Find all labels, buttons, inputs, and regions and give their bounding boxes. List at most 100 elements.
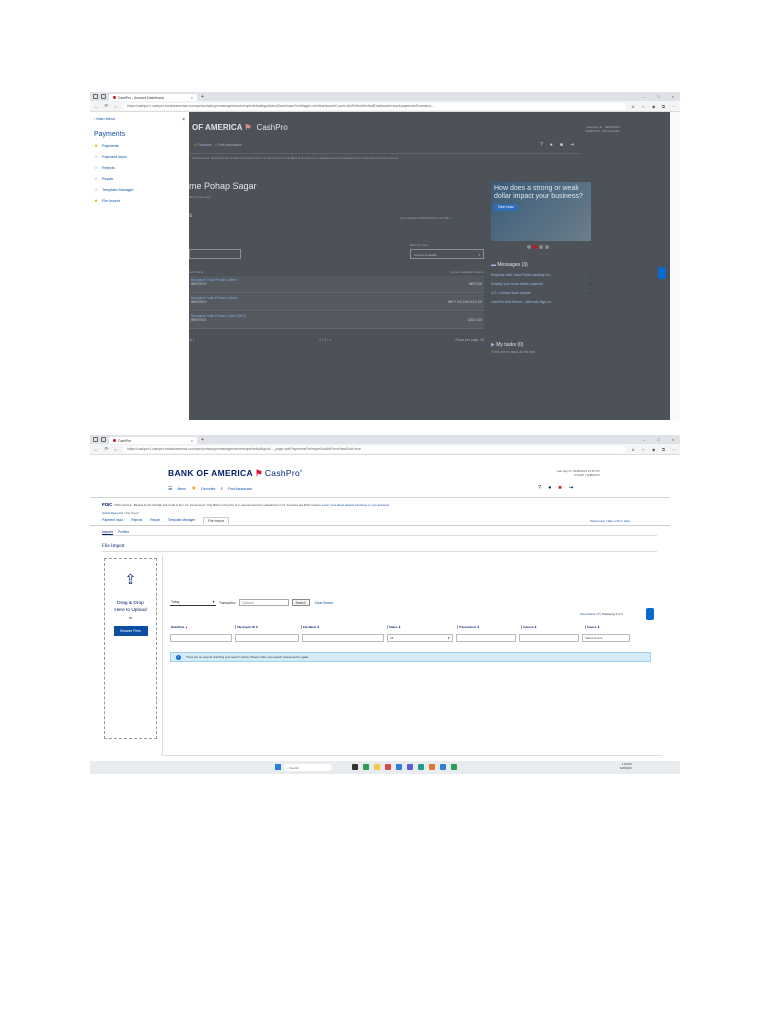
- transaction-input[interactable]: Optional: [238, 599, 289, 606]
- table-row[interactable]: Bangalore India Private Limited (NRI) INR…: [189, 312, 484, 329]
- tab-profiles[interactable]: Profiles: [118, 530, 129, 534]
- close-menu-icon[interactable]: ×: [182, 117, 185, 123]
- window-icon[interactable]: [93, 437, 98, 442]
- brand-logo[interactable]: BANK OF AMERICA ⚑ CashPro®: [168, 468, 303, 479]
- tabs-icon[interactable]: [101, 437, 106, 442]
- column-header[interactable]: Date/Time ▲: [170, 625, 236, 629]
- subnav-rejects[interactable]: Rejects: [131, 518, 142, 524]
- table-row[interactable]: Bangalore India Private Limited INR/XXXX …: [189, 276, 484, 293]
- favorites-link[interactable]: ★ Favorites ⌕ Find transaction: [194, 143, 242, 147]
- more-icon[interactable]: ⋯: [672, 104, 676, 109]
- edge-icon[interactable]: [363, 764, 369, 770]
- chat-icon[interactable]: ●: [548, 485, 551, 491]
- taskview-icon[interactable]: [352, 764, 358, 770]
- app-icon[interactable]: [407, 764, 413, 770]
- home-icon[interactable]: ⌂: [114, 104, 117, 109]
- promo-button[interactable]: See how: [494, 204, 518, 211]
- subnav-file-import[interactable]: File Import: [203, 517, 229, 524]
- source-filter-select[interactable]: Select Source: [582, 634, 630, 642]
- extension-icon[interactable]: ◆: [652, 447, 655, 452]
- status-filter-select[interactable]: All ▼: [387, 634, 453, 642]
- menu-item-payment-input[interactable]: ☆ Payment Input: [94, 154, 185, 160]
- message-item[interactable]: Regional India / Asia Pacific banking ho…: [491, 273, 591, 277]
- file-name-filter-input[interactable]: [302, 634, 384, 642]
- file-import-id-filter-input[interactable]: [235, 634, 299, 642]
- app-icon[interactable]: [440, 764, 446, 770]
- hamburger-icon[interactable]: ☰: [168, 486, 172, 492]
- menu-item-repair[interactable]: ☆ Repair: [94, 176, 185, 182]
- breadcrumb-global-payments[interactable]: Global Payments: [102, 511, 123, 515]
- message-item[interactable]: CashPro with Secure – Alternate Sign-on ○: [491, 300, 591, 304]
- favorites-star-icon[interactable]: ★: [191, 485, 196, 492]
- browser-tab[interactable]: CashPro - Account Dashboard ×: [109, 94, 197, 101]
- datetime-filter-input[interactable]: [170, 634, 232, 642]
- star-outline-icon[interactable]: ☆: [94, 176, 98, 182]
- back-icon[interactable]: ←: [94, 447, 99, 452]
- favorite-star-icon[interactable]: ☆: [641, 447, 645, 452]
- window-icon[interactable]: [93, 94, 98, 99]
- subnav-payment-input[interactable]: Payment Input: [102, 518, 123, 524]
- message-item[interactable]: Simplify your cross-border payment ■: [491, 282, 591, 286]
- column-header[interactable]: File Name ⇕: [302, 625, 388, 629]
- minimize-icon[interactable]: –: [643, 437, 645, 442]
- app-icon[interactable]: [451, 764, 457, 770]
- back-icon[interactable]: ←: [94, 104, 99, 109]
- find-transaction-link[interactable]: Find transaction: [228, 487, 252, 491]
- notifications-icon[interactable]: ■: [558, 485, 561, 491]
- tab-close-icon[interactable]: ×: [191, 96, 193, 100]
- refresh-icon[interactable]: ⟳: [105, 446, 109, 452]
- minimize-icon[interactable]: –: [643, 94, 645, 99]
- new-tab-icon[interactable]: +: [201, 437, 204, 443]
- star-icon[interactable]: ★: [94, 143, 98, 149]
- column-header[interactable]: Amount ⇕: [522, 625, 586, 629]
- transactions-filter-input[interactable]: [456, 634, 516, 642]
- menu-item-template-manager[interactable]: ☆ Template Manager: [94, 187, 185, 193]
- tab-imports[interactable]: Imports: [102, 530, 113, 534]
- column-header[interactable]: File Import ID ⇕: [236, 625, 302, 629]
- file-dropzone[interactable]: ⇪ Drag & Drop Here to Upload or Browse Fi…: [104, 558, 157, 739]
- message-item[interactable]: U.S. Holiday Hours Update ■: [491, 291, 591, 295]
- more-icon[interactable]: ⋯: [672, 447, 676, 452]
- app-icon[interactable]: [396, 764, 402, 770]
- column-header[interactable]: Source ⇕: [586, 625, 646, 629]
- start-icon[interactable]: [275, 764, 281, 770]
- app-icon[interactable]: [418, 764, 424, 770]
- pager-controls[interactable]: « ‹ 1 › »: [319, 338, 331, 342]
- collections-icon[interactable]: ⧉: [662, 104, 665, 109]
- column-header[interactable]: Transactions ⇕: [458, 625, 522, 629]
- refresh-icon[interactable]: ⟳: [105, 103, 109, 109]
- close-window-icon[interactable]: ×: [672, 437, 674, 442]
- main-menu-link[interactable]: ‹ Main Menu: [94, 117, 115, 123]
- star-outline-icon[interactable]: ☆: [94, 187, 98, 193]
- account-search-input[interactable]: [189, 249, 241, 259]
- fdic-learn-more-link[interactable]: Learn more about deposit insurance on yo…: [322, 503, 390, 507]
- app-icon[interactable]: [385, 764, 391, 770]
- menu-link[interactable]: Menu: [177, 487, 185, 491]
- browse-files-button[interactable]: Browse Files: [113, 626, 148, 637]
- preferences-links[interactable]: Preferences | Take a Tour | Help: [590, 519, 630, 523]
- subnav-repair[interactable]: Repair: [150, 518, 160, 524]
- logout-icon[interactable]: ⇥: [570, 142, 574, 148]
- search-button[interactable]: Search: [291, 599, 310, 606]
- star-outline-icon[interactable]: ☆: [94, 165, 98, 171]
- explorer-icon[interactable]: [374, 764, 380, 770]
- favorite-star-icon[interactable]: ☆: [641, 104, 645, 109]
- extension-icon[interactable]: ◆: [652, 104, 655, 109]
- chat-fab-icon[interactable]: [646, 608, 654, 620]
- browser-tab[interactable]: CashPro ×: [109, 437, 197, 444]
- address-bar[interactable]: https://cashpro1.cashpro.bankofamerica.c…: [123, 102, 626, 110]
- chat-icon[interactable]: ●: [550, 142, 553, 148]
- balance-view-select[interactable]: Current Available ▾: [410, 249, 484, 259]
- carousel-dots[interactable]: [527, 245, 549, 249]
- collections-icon[interactable]: ⧉: [662, 447, 665, 452]
- chat-fab-icon[interactable]: [658, 267, 666, 279]
- scrollbar[interactable]: [670, 112, 680, 420]
- star-outline-icon[interactable]: ☆: [94, 154, 98, 160]
- clear-filters-link[interactable]: Clear Filters: [580, 612, 595, 616]
- subnav-template-manager[interactable]: Template Manager: [168, 518, 195, 524]
- logout-icon[interactable]: ⇥: [569, 485, 574, 491]
- maximize-icon[interactable]: □: [657, 94, 659, 99]
- menu-item-payments[interactable]: ★ Payments: [94, 143, 185, 149]
- refresh-icon[interactable]: ⟳: [597, 612, 599, 616]
- search-icon[interactable]: ⌕: [220, 486, 223, 492]
